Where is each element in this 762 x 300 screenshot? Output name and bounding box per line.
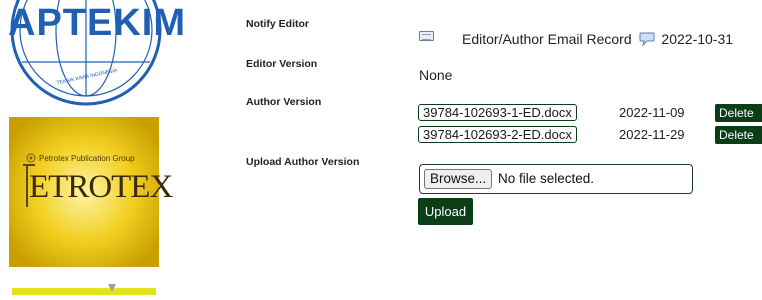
petrotex-title: ETROTEX: [29, 169, 173, 205]
editor-version-label: Editor Version: [246, 58, 318, 70]
editor-version-value: None: [419, 67, 453, 83]
browse-button[interactable]: Browse...: [424, 169, 493, 189]
email-record-link[interactable]: Editor/Author Email Record: [462, 31, 632, 47]
email-record: Editor/Author Email Record 2022-10-31: [462, 31, 733, 49]
delete-file-button[interactable]: Delete: [715, 104, 762, 122]
notify-editor-label: Notify Editor: [246, 18, 309, 30]
author-file-link[interactable]: 39784-102693-1-ED.docx: [418, 104, 577, 121]
third-logo-strip: [12, 284, 156, 295]
comment-bubble-icon[interactable]: [639, 32, 655, 49]
upload-author-version-label: Upload Author Version: [246, 156, 360, 168]
petrotex-group-text: Petrotex Publication Group: [39, 154, 135, 163]
third-logo[interactable]: [12, 282, 156, 295]
aptekim-logo[interactable]: APTEKIM TEKNIK KIMIA INDONESIA: [8, 0, 186, 106]
file-input[interactable]: Browse... No file selected.: [419, 164, 693, 194]
author-file-date: 2022-11-29: [619, 127, 685, 142]
sidebar: APTEKIM TEKNIK KIMIA INDONESIA Petrotex …: [0, 0, 186, 295]
file-status-text: No file selected.: [498, 171, 595, 186]
notify-editor-date: 2022-10-31: [661, 31, 734, 47]
upload-button[interactable]: Upload: [418, 198, 473, 225]
author-file-link[interactable]: 39784-102693-2-ED.docx: [418, 126, 577, 143]
petrotex-logo[interactable]: Petrotex Publication Group ETROTEX: [9, 117, 173, 267]
author-version-label: Author Version: [246, 96, 322, 108]
author-file-date: 2022-11-09: [619, 105, 685, 120]
aptekim-title: APTEKIM: [8, 2, 186, 44]
email-icon[interactable]: [419, 31, 434, 41]
delete-file-button[interactable]: Delete: [715, 126, 762, 144]
